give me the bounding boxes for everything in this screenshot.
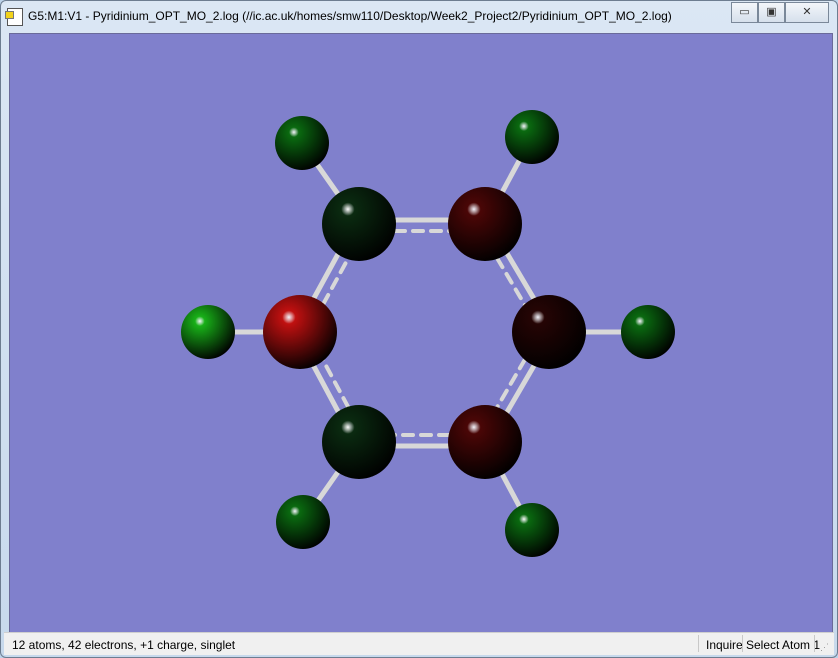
atom-c[interactable]: [448, 405, 522, 479]
atom-h[interactable]: [505, 503, 559, 557]
atom-h[interactable]: [275, 116, 329, 170]
resize-grip-icon[interactable]: ⋰: [820, 642, 829, 653]
atom-h[interactable]: [276, 495, 330, 549]
app-icon: [5, 8, 23, 26]
maximize-button[interactable]: ▣: [758, 2, 785, 23]
window-title: G5:M1:V1 - Pyridinium_OPT_MO_2.log (//ic…: [28, 9, 672, 23]
close-button[interactable]: ✕: [785, 2, 829, 23]
atom-c[interactable]: [512, 295, 586, 369]
atom-h[interactable]: [505, 110, 559, 164]
status-bar: 12 atoms, 42 electrons, +1 charge, singl…: [4, 632, 834, 655]
minimize-button[interactable]: ▭: [731, 2, 758, 23]
atom-c[interactable]: [322, 187, 396, 261]
mode-label[interactable]: Inquire: [706, 638, 743, 652]
atom-n[interactable]: [263, 295, 337, 369]
molecule-render[interactable]: [10, 34, 832, 632]
atom-c[interactable]: [448, 187, 522, 261]
application-window: G5:M1:V1 - Pyridinium_OPT_MO_2.log (//ic…: [0, 0, 838, 658]
title-bar[interactable]: G5:M1:V1 - Pyridinium_OPT_MO_2.log (//ic…: [1, 1, 837, 31]
divider: [742, 635, 743, 652]
divider: [698, 635, 699, 652]
action-label[interactable]: Select Atom 1: [746, 638, 820, 652]
atom-h[interactable]: [181, 305, 235, 359]
atom-h[interactable]: [621, 305, 675, 359]
atom-c[interactable]: [322, 405, 396, 479]
molecule-viewport[interactable]: [9, 33, 833, 633]
divider: [814, 635, 815, 652]
molecule-info: 12 atoms, 42 electrons, +1 charge, singl…: [12, 638, 236, 652]
